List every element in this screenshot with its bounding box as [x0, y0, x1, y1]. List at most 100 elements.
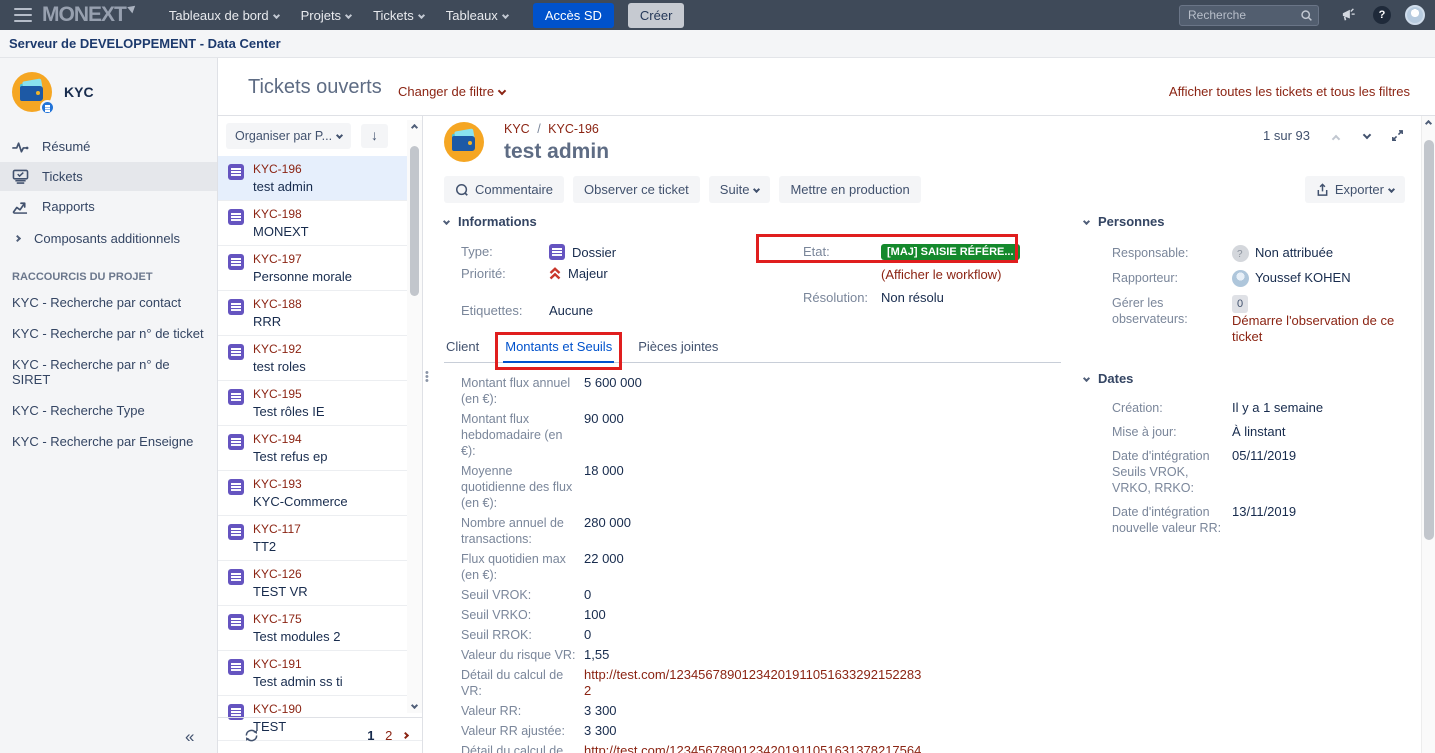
ticket-summary: Test admin ss ti — [253, 674, 343, 689]
sidebar-item-tickets[interactable]: Tickets — [0, 162, 217, 191]
people-section-header[interactable]: Personnes — [1084, 214, 1419, 229]
page-1[interactable]: 1 — [367, 728, 374, 743]
assignee-value: Non attribuée — [1255, 245, 1333, 261]
ticket-list-item[interactable]: KYC-191 Test admin ss ti — [218, 651, 422, 696]
field-value: 5 600 000 — [584, 375, 642, 407]
ticket-key-link[interactable]: KYC-175 — [253, 612, 340, 626]
ticket-key-link[interactable]: KYC-188 — [253, 297, 302, 311]
ticket-list-item[interactable]: KYC-197 Personne morale — [218, 246, 422, 291]
field-label: Montant flux hebdomadaire (en €): — [461, 411, 576, 459]
field-value: 3 300 — [584, 723, 617, 739]
project-header[interactable]: KYC — [0, 58, 217, 122]
ticket-list-item[interactable]: KYC-126 TEST VR — [218, 561, 422, 606]
nav-menu-item[interactable]: Projets — [301, 8, 351, 23]
ticket-list-item[interactable]: KYC-117 TT2 — [218, 516, 422, 561]
main-scrollbar-thumb[interactable] — [1424, 140, 1434, 540]
nav-menu-item[interactable]: Tickets — [373, 8, 424, 23]
shortcut-link[interactable]: KYC - Recherche par n° de ticket — [12, 318, 205, 349]
ticket-list-item[interactable]: KYC-198 MONEXT — [218, 201, 422, 246]
ticket-summary: Personne morale — [253, 269, 352, 284]
ticket-list-item[interactable]: KYC-196 test admin — [218, 156, 422, 201]
ticket-key-link[interactable]: KYC-196 — [253, 162, 313, 176]
ticket-key-link[interactable]: KYC-197 — [253, 252, 352, 266]
list-scrollbar-thumb[interactable] — [410, 146, 419, 296]
tab[interactable]: Pièces jointes — [636, 339, 720, 362]
dates-section-header[interactable]: Dates — [1084, 371, 1419, 386]
field-label: Seuil RROK: — [461, 627, 576, 643]
ticket-key-link[interactable]: KYC-198 — [253, 207, 309, 221]
sidebar-item-resume[interactable]: Résumé — [0, 132, 217, 161]
ticket-list-item[interactable]: KYC-175 Test modules 2 — [218, 606, 422, 651]
panel-resize-handle[interactable]: ••• — [422, 116, 429, 753]
breadcrumb-project-link[interactable]: KYC — [504, 122, 530, 136]
sort-by-button[interactable]: Organiser par P... — [226, 123, 351, 149]
help-icon[interactable]: ? — [1373, 6, 1391, 24]
priority-major-icon — [549, 267, 561, 281]
shortcut-link[interactable]: KYC - Recherche par contact — [12, 287, 205, 318]
page-2[interactable]: 2 — [385, 728, 392, 743]
ticket-key-link[interactable]: KYC-117 — [253, 522, 301, 536]
show-all-filters-link[interactable]: Afficher toutes les tickets et tous les … — [1169, 84, 1410, 99]
next-ticket-icon[interactable] — [1359, 128, 1370, 143]
announcements-icon[interactable] — [1341, 8, 1357, 22]
shortcuts-title: RACCOURCIS DU PROJET — [12, 271, 205, 283]
sidebar-item-rapports[interactable]: Rapports — [0, 192, 217, 221]
sort-direction-button[interactable]: ↓ — [361, 124, 388, 148]
ticket-key-link[interactable]: KYC-126 — [253, 567, 308, 581]
ticket-key-link[interactable]: KYC-194 — [253, 432, 327, 446]
search-icon[interactable] — [1300, 9, 1313, 22]
ticket-key-link[interactable]: KYC-191 — [253, 657, 343, 671]
comment-button[interactable]: Commentaire — [444, 176, 564, 203]
field-label: Valeur du risque VR: — [461, 647, 576, 663]
previous-ticket-icon[interactable] — [1328, 128, 1339, 143]
ticket-list-item[interactable]: KYC-188 RRR — [218, 291, 422, 336]
informations-section-header[interactable]: Informations — [444, 214, 1084, 229]
watch-ticket-button[interactable]: Observer ce ticket — [573, 176, 700, 203]
ticket-key-link[interactable]: KYC-192 — [253, 342, 306, 356]
tab[interactable]: Client — [444, 339, 481, 362]
reporter-value[interactable]: Youssef KOHEN — [1255, 270, 1351, 286]
breadcrumb-ticket-link[interactable]: KYC-196 — [548, 122, 599, 136]
assignee-label: Responsable: — [1112, 245, 1224, 261]
scroll-up-icon[interactable] — [407, 120, 422, 135]
nav-menu-item[interactable]: Tableaux — [446, 8, 508, 23]
ticket-list-item[interactable]: KYC-193 KYC-Commerce — [218, 471, 422, 516]
tab[interactable]: Montants et Seuils — [503, 339, 614, 363]
status-badge[interactable]: [MAJ] SAISIE RÉFÉRE... — [881, 244, 1020, 260]
hamburger-menu-icon[interactable] — [14, 8, 32, 22]
user-avatar[interactable] — [1405, 5, 1425, 25]
scroll-up-icon[interactable] — [1422, 116, 1435, 131]
chevron-down-icon — [1083, 218, 1090, 225]
watchers-label: Gérer les observateurs: — [1112, 295, 1224, 327]
start-watching-link[interactable]: Démarre l'observation de ce ticket — [1232, 313, 1419, 345]
export-button[interactable]: Exporter — [1305, 176, 1405, 203]
refresh-icon[interactable] — [244, 728, 259, 743]
nav-menu-item[interactable]: Tableaux de bord — [169, 8, 279, 23]
ticket-list-item[interactable]: KYC-192 test roles — [218, 336, 422, 381]
expand-icon[interactable] — [1390, 128, 1405, 143]
search-input[interactable] — [1179, 5, 1319, 26]
ticket-key-link[interactable]: KYC-193 — [253, 477, 348, 491]
ticket-list-item[interactable]: KYC-194 Test refus ep — [218, 426, 422, 471]
change-filter-link[interactable]: Changer de filtre — [398, 84, 505, 99]
ticket-key-link[interactable]: KYC-195 — [253, 387, 325, 401]
scroll-down-icon[interactable] — [407, 698, 422, 713]
collapse-sidebar-icon[interactable]: « — [185, 727, 194, 747]
shortcut-link[interactable]: KYC - Recherche par Enseigne — [12, 426, 205, 457]
sidebar-item-composants[interactable]: Composants additionnels — [0, 222, 217, 255]
put-in-production-button[interactable]: Mettre en production — [779, 176, 920, 203]
watchers-count-badge[interactable]: 0 — [1232, 295, 1248, 313]
ticket-list-item[interactable]: KYC-195 Test rôles IE — [218, 381, 422, 426]
create-button[interactable]: Créer — [628, 3, 685, 28]
list-scrollbar[interactable] — [407, 120, 422, 713]
ticket-key-link[interactable]: KYC-190 — [253, 702, 302, 716]
acces-sd-button[interactable]: Accès SD — [533, 3, 614, 28]
shortcut-link[interactable]: KYC - Recherche par n° de SIRET — [12, 349, 205, 395]
next-page-icon[interactable] — [403, 728, 408, 743]
main-scrollbar[interactable] — [1421, 116, 1435, 753]
more-actions-button[interactable]: Suite — [709, 176, 771, 203]
project-sidebar: KYC Résumé Tickets Rapports Composants a… — [0, 58, 218, 753]
show-workflow-link[interactable]: (Afficher le workflow) — [881, 267, 1001, 282]
project-shortcuts: RACCOURCIS DU PROJET KYC - Recherche par… — [0, 271, 217, 457]
shortcut-link[interactable]: KYC - Recherche Type — [12, 395, 205, 426]
